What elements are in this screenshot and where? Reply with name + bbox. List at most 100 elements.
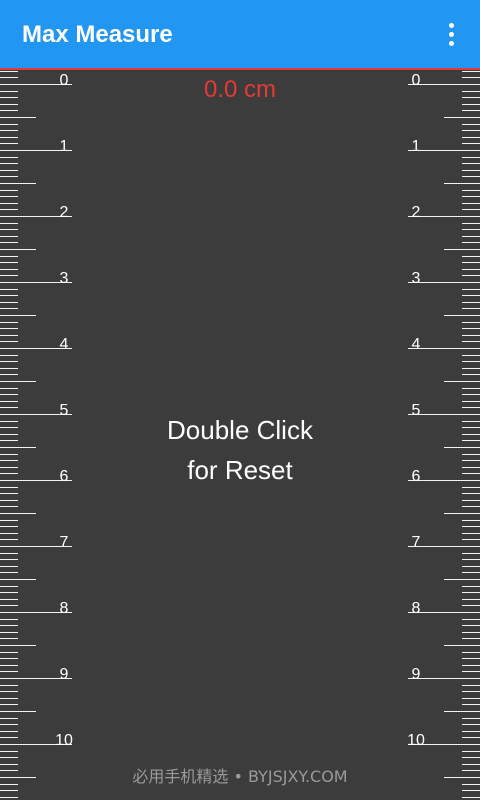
ruler-minor-tick [462, 566, 480, 567]
ruler-minor-tick [0, 368, 18, 369]
ruler-minor-tick [462, 388, 480, 389]
ruler-mid-tick [444, 183, 480, 184]
ruler-minor-tick [462, 764, 480, 765]
ruler-minor-tick [0, 209, 18, 210]
ruler-minor-tick [0, 652, 18, 653]
overflow-menu-icon[interactable] [444, 22, 460, 48]
ruler-minor-tick [462, 467, 480, 468]
menu-dot [449, 32, 454, 37]
ruler-minor-tick [462, 328, 480, 329]
ruler-minor-tick [0, 341, 18, 342]
ruler-minor-tick [0, 440, 18, 441]
ruler-label: 2 [411, 204, 421, 221]
ruler-minor-tick [462, 526, 480, 527]
ruler-mid-tick [444, 381, 480, 382]
ruler-mid-tick [0, 513, 36, 514]
ruler-minor-tick [462, 724, 480, 725]
watermark: 必用手机精选 • BYJSJXY.COM [132, 767, 348, 786]
ruler-minor-tick [0, 110, 18, 111]
ruler-minor-tick [462, 619, 480, 620]
ruler-minor-tick [0, 506, 18, 507]
ruler-label: 4 [411, 336, 421, 353]
ruler-minor-tick [462, 586, 480, 587]
ruler-minor-tick [462, 652, 480, 653]
ruler-label: 1 [411, 138, 421, 155]
ruler-label: 2 [59, 204, 69, 221]
ruler-minor-tick [0, 130, 18, 131]
ruler-label: 10 [407, 732, 425, 749]
ruler-minor-tick [0, 566, 18, 567]
ruler-label: 8 [59, 600, 69, 617]
ruler-minor-tick [462, 110, 480, 111]
ruler-minor-tick [0, 487, 18, 488]
ruler-minor-tick [462, 665, 480, 666]
ruler-minor-tick [0, 724, 18, 725]
ruler-minor-tick [0, 526, 18, 527]
ruler-minor-tick [462, 605, 480, 606]
ruler-minor-tick [462, 401, 480, 402]
ruler-minor-tick [0, 454, 18, 455]
ruler-minor-tick [462, 751, 480, 752]
ruler-minor-tick [0, 539, 18, 540]
ruler-minor-tick [0, 520, 18, 521]
ruler-minor-tick [0, 718, 18, 719]
ruler-minor-tick [462, 163, 480, 164]
ruler-minor-tick [462, 229, 480, 230]
ruler-label: 7 [59, 534, 69, 551]
ruler-minor-tick [462, 638, 480, 639]
ruler-minor-tick [0, 374, 18, 375]
ruler-minor-tick [0, 302, 18, 303]
ruler-minor-tick [462, 434, 480, 435]
ruler-minor-tick [0, 632, 18, 633]
ruler-label: 5 [411, 402, 421, 419]
ruler-minor-tick [462, 493, 480, 494]
ruler-mid-tick [0, 711, 36, 712]
ruler-minor-tick [462, 539, 480, 540]
ruler-minor-tick [0, 427, 18, 428]
ruler-minor-tick [462, 124, 480, 125]
ruler-minor-tick [0, 289, 18, 290]
ruler-minor-tick [462, 454, 480, 455]
ruler-minor-tick [0, 196, 18, 197]
ruler-minor-tick [0, 176, 18, 177]
ruler-minor-tick [462, 533, 480, 534]
ruler-minor-tick [462, 374, 480, 375]
ruler-screen[interactable]: Max Measure 0 1 2 3 4 5 6 7 8 9 10 0 1 2 3 4 5 6 7 8 9 10 0.… [0, 0, 480, 800]
ruler-minor-tick [462, 731, 480, 732]
ruler-mid-tick [444, 579, 480, 580]
ruler-minor-tick [0, 157, 18, 158]
ruler-minor-tick [0, 559, 18, 560]
ruler-minor-tick [0, 797, 18, 798]
ruler-minor-tick [462, 275, 480, 276]
ruler-minor-tick [0, 401, 18, 402]
ruler-minor-tick [0, 553, 18, 554]
ruler-minor-tick [462, 196, 480, 197]
ruler-minor-tick [0, 619, 18, 620]
ruler-minor-tick [0, 322, 18, 323]
ruler-minor-tick [462, 157, 480, 158]
ruler-label: 9 [59, 666, 69, 683]
ruler-label: 6 [59, 468, 69, 485]
ruler-mid-tick [0, 315, 36, 316]
ruler-label: 7 [411, 534, 421, 551]
ruler-minor-tick [462, 691, 480, 692]
ruler-minor-tick [462, 190, 480, 191]
ruler-mid-tick [0, 117, 36, 118]
ruler-minor-tick [0, 685, 18, 686]
ruler-label: 3 [59, 270, 69, 287]
ruler-minor-tick [0, 388, 18, 389]
ruler-minor-tick [0, 790, 18, 791]
ruler-minor-tick [0, 592, 18, 593]
ruler-minor-tick [0, 572, 18, 573]
ruler-minor-tick [0, 698, 18, 699]
right-ruler: 0 1 2 3 4 5 6 7 8 9 10 [405, 70, 480, 800]
reset-hint-line-1: Double Click [167, 415, 313, 445]
ruler-minor-tick [0, 671, 18, 672]
ruler-mid-tick [444, 711, 480, 712]
ruler-minor-tick [462, 203, 480, 204]
ruler-label: 5 [59, 402, 69, 419]
reset-hint[interactable]: Double Click for Reset [100, 410, 380, 490]
ruler-mid-tick [444, 117, 480, 118]
ruler-minor-tick [0, 203, 18, 204]
ruler-minor-tick [0, 170, 18, 171]
